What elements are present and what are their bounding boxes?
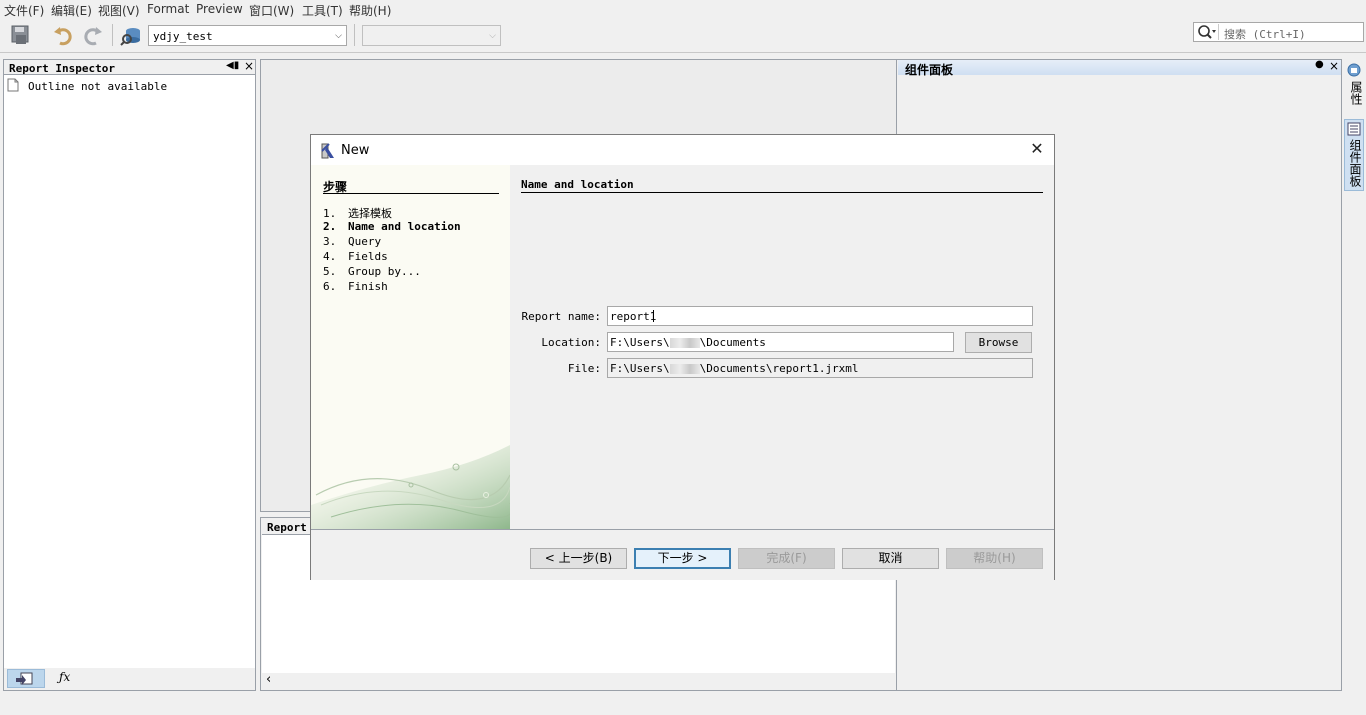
- datasource-select-value: ydjy_test: [153, 30, 213, 43]
- redacted-username: [669, 364, 700, 374]
- menu-file[interactable]: 文件(F): [4, 2, 44, 19]
- file-label: File:: [567, 362, 601, 375]
- panel-title: Report: [267, 521, 307, 534]
- search-box[interactable]: 搜索 (Ctrl+I): [1193, 22, 1364, 42]
- inspector-tab[interactable]: [7, 669, 45, 688]
- close-icon[interactable]: ✕: [1028, 140, 1046, 158]
- step-item: 6. Finish: [323, 280, 388, 293]
- toolbar-separator: [112, 24, 113, 46]
- text-caret: [653, 310, 654, 322]
- browse-button[interactable]: Browse: [965, 332, 1032, 353]
- report-inspector-panel: Report Inspector ◀▮ × Outline not availa…: [3, 59, 256, 691]
- location-label: Location:: [541, 336, 601, 349]
- datasource-select[interactable]: ydjy_test ⌵: [148, 25, 347, 46]
- formula-tab-icon[interactable]: ƒx: [59, 670, 70, 684]
- redo-icon[interactable]: [82, 24, 104, 46]
- undo-icon[interactable]: [52, 24, 74, 46]
- outline-area: Outline not available: [4, 74, 255, 669]
- minimize-icon[interactable]: ◀▮: [226, 60, 239, 71]
- location-field[interactable]: F:\Users\ \Documents: [607, 332, 954, 352]
- step-item: 4. Fields: [323, 250, 388, 263]
- panel-title: 组件面板: [905, 63, 954, 77]
- search-placeholder: 搜索 (Ctrl+I): [1224, 28, 1306, 41]
- properties-tab-label: 属性: [1349, 81, 1363, 105]
- cancel-button[interactable]: 取消: [842, 548, 939, 569]
- steps-pane: 步骤 1. 选择模板 2. Name and location 3. Query 4.…: [311, 165, 510, 529]
- palette-tab-label: 组件面板: [1348, 139, 1362, 187]
- menu-edit[interactable]: 编辑(E): [51, 2, 92, 19]
- menu-tools[interactable]: 工具(T): [302, 2, 343, 19]
- report-name-field[interactable]: report1: [607, 306, 1033, 326]
- step-item-active: 2. Name and location: [323, 220, 461, 233]
- new-report-dialog: New ✕ 步骤 1. 选择模板 2. Name and location 3. Qu…: [310, 134, 1055, 580]
- menu-preview[interactable]: Preview: [196, 2, 243, 16]
- toolbar: ydjy_test ⌵ ⌵ 搜索 (Ctrl+I): [0, 19, 1366, 53]
- step-item: 3. Query: [323, 235, 382, 248]
- dialog-title: New: [341, 143, 370, 158]
- properties-tab[interactable]: 属性: [1345, 61, 1364, 113]
- step-item: 1. 选择模板: [323, 207, 392, 220]
- dialog-button-bar: < 上一步(B) 下一步 > 完成(F) 取消 帮助(H): [311, 529, 1054, 580]
- section-divider: [521, 192, 1043, 193]
- finish-button[interactable]: 完成(F): [738, 548, 835, 569]
- search-icon: [1197, 24, 1217, 43]
- toolbar-separator: [354, 24, 355, 46]
- content-pane: Name and location Report name: report1 L…: [510, 165, 1054, 529]
- jasper-app-icon: [319, 142, 337, 163]
- report-name-value: report1: [610, 310, 657, 323]
- section-title: Name and location: [521, 178, 634, 191]
- menu-view[interactable]: 视图(V): [98, 2, 140, 19]
- steps-divider: [323, 193, 499, 194]
- datasource-icon[interactable]: [120, 24, 142, 46]
- secondary-select[interactable]: ⌵: [362, 25, 501, 46]
- chevron-down-icon: ⌵: [335, 31, 342, 41]
- right-sidebar: 属性 组件面板: [1343, 59, 1366, 691]
- back-button[interactable]: < 上一步(B): [530, 548, 627, 569]
- chevron-down-icon: ⌵: [489, 31, 496, 41]
- panel-header: Report Inspector ◀▮ ×: [4, 59, 255, 75]
- close-icon[interactable]: ×: [244, 59, 254, 73]
- save-icon[interactable]: [10, 24, 32, 46]
- help-button[interactable]: 帮助(H): [946, 548, 1043, 569]
- menu-help[interactable]: 帮助(H): [349, 2, 391, 19]
- inspector-tabbar: ƒx: [4, 668, 255, 690]
- scroll-left-icon[interactable]: ‹: [266, 672, 271, 687]
- menu-window[interactable]: 窗口(W): [249, 2, 294, 19]
- panel-header: 组件面板 ● ×: [898, 59, 1341, 77]
- search-divider: [1218, 24, 1219, 40]
- menu-format[interactable]: Format: [147, 2, 189, 16]
- decorative-swirl-image: [311, 445, 510, 529]
- menu-bar: 文件(F) 编辑(E) 视图(V) Format Preview 窗口(W) 工…: [0, 0, 1366, 19]
- redacted-username: [669, 338, 700, 348]
- palette-tab[interactable]: 组件面板: [1344, 119, 1364, 191]
- properties-icon: [1347, 63, 1361, 80]
- outline-message: Outline not available: [28, 80, 168, 93]
- next-button[interactable]: 下一步 >: [634, 548, 731, 569]
- palette-icon: [1347, 122, 1361, 139]
- file-path-field: F:\Users\ \Documents\report1.jrxml: [607, 358, 1033, 378]
- document-icon: [7, 78, 19, 95]
- close-icon[interactable]: ×: [1329, 59, 1339, 73]
- file-path-value: F:\Users\ \Documents\report1.jrxml: [610, 362, 859, 375]
- pin-icon[interactable]: ●: [1315, 59, 1324, 70]
- report-name-label: Report name:: [521, 310, 601, 323]
- location-value: F:\Users\ \Documents: [610, 336, 766, 349]
- step-item: 5. Group by...: [323, 265, 421, 278]
